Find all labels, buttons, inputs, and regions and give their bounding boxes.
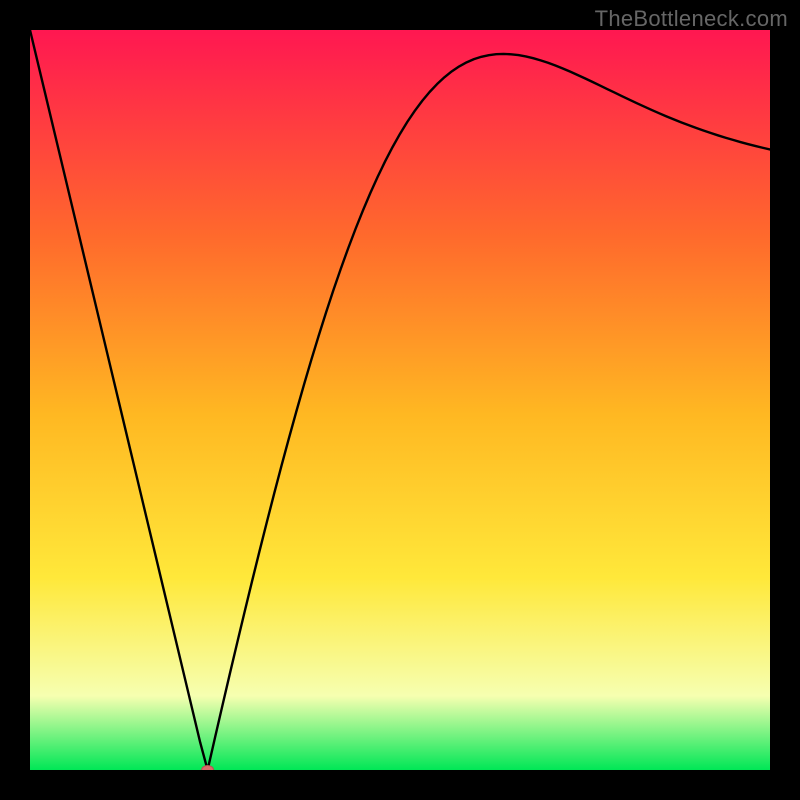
gradient-background	[30, 30, 770, 770]
chart-svg	[30, 30, 770, 770]
chart-frame: TheBottleneck.com	[0, 0, 800, 800]
plot-area	[30, 30, 770, 770]
watermark-text: TheBottleneck.com	[595, 6, 788, 32]
